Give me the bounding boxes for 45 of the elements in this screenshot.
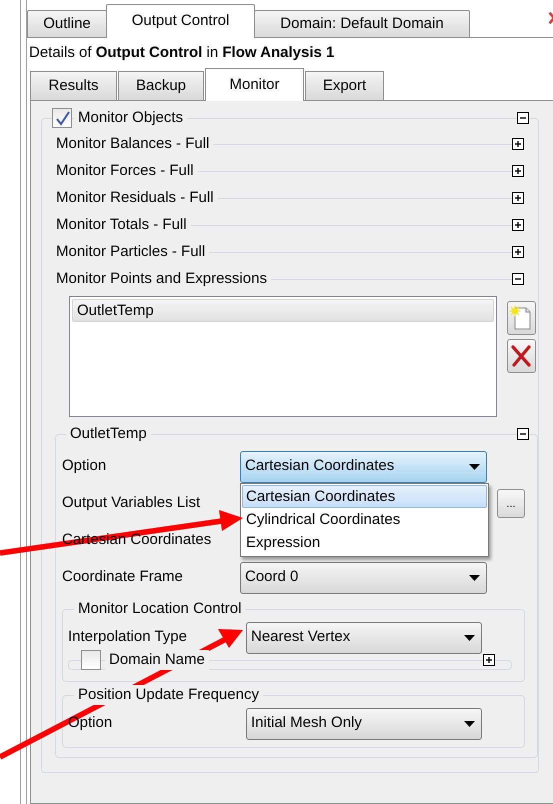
list-box[interactable]: OutletTemp [69, 296, 497, 417]
dropdown[interactable]: Coord 0 [240, 562, 487, 594]
details-heading: Details of Output Control in Flow Analysis 1 [28, 43, 336, 63]
new-file-icon [509, 305, 533, 331]
list-item[interactable]: OutletTemp [72, 299, 494, 322]
dropdown[interactable]: Initial Mesh Only [246, 708, 482, 740]
group-title: Domain Name [105, 650, 209, 670]
expand-icon[interactable] [512, 192, 524, 204]
group-title: Position Update Frequency [74, 685, 263, 705]
tab[interactable]: Monitor [205, 68, 304, 101]
tab[interactable]: Outline [27, 10, 107, 38]
collapse-icon[interactable] [517, 112, 529, 124]
group-title: Monitor Objects [74, 108, 188, 128]
expand-icon[interactable] [512, 218, 524, 230]
caret-icon [469, 464, 480, 470]
field-label: Coordinate Frame [62, 568, 183, 586]
new-button[interactable] [506, 301, 536, 335]
browse-button[interactable]: ... [497, 489, 525, 518]
dropdown[interactable]: Nearest Vertex [246, 622, 482, 654]
dropdown-option[interactable]: Cylindrical Coordinates [242, 508, 487, 530]
collapse-icon[interactable] [517, 428, 529, 440]
field-label: Output Variables List [62, 494, 200, 512]
field-label: Interpolation Type [68, 628, 187, 646]
tab[interactable]: Export [305, 71, 384, 100]
expand-icon[interactable] [512, 246, 524, 258]
expand-icon[interactable] [512, 164, 524, 176]
tab[interactable]: Results [30, 71, 117, 100]
field-label: Option [62, 457, 106, 474]
expand-icon[interactable] [512, 138, 524, 150]
tab[interactable]: Backup [118, 71, 204, 100]
tab[interactable]: Output Control [106, 4, 255, 38]
delete-icon [510, 344, 532, 367]
caret-icon [464, 634, 475, 640]
dropdown-option[interactable]: Cartesian Coordinates [242, 484, 487, 508]
caret-icon [469, 574, 480, 580]
field-label: Option [68, 714, 112, 732]
tab[interactable]: Domain: Default Domain [254, 10, 470, 38]
checkbox[interactable] [52, 108, 72, 128]
checkbox[interactable] [81, 650, 101, 670]
expand-icon[interactable] [483, 654, 495, 666]
collapse-icon[interactable] [512, 272, 524, 284]
group-title: OutletTemp [66, 424, 151, 444]
delete-button[interactable] [506, 338, 536, 373]
caret-icon [464, 720, 475, 726]
dropdown-option[interactable]: Expression [242, 530, 487, 554]
